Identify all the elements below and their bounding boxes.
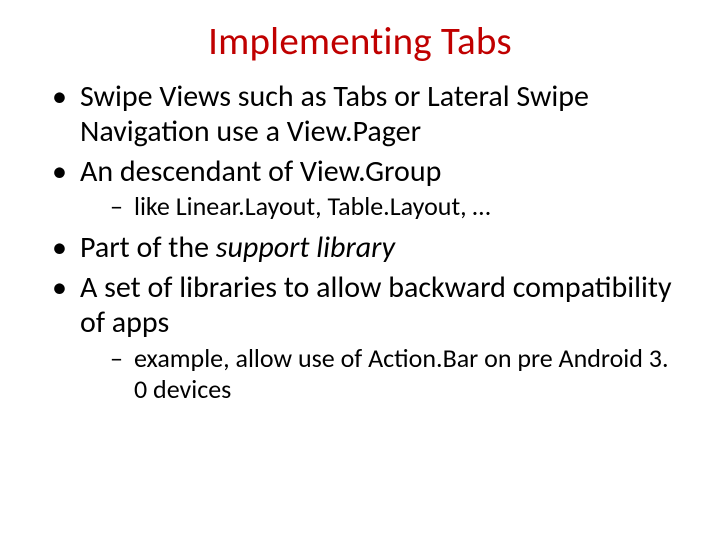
bullet-item: A set of libraries to allow backward com… [50,270,680,405]
bullet-item: Part of the support library [50,230,680,265]
bullet-text: A set of libraries to allow backward com… [80,269,672,341]
sub-bullet-item: like Linear.Layout, Table.Layout, … [110,191,680,222]
sub-bullet-text: like Linear.Layout, Table.Layout, … [134,190,490,222]
sub-bullet-text: example, allow use of Action.Bar on pre … [134,342,669,405]
sub-bullet-list: example, allow use of Action.Bar on pre … [80,343,680,405]
bullet-list: Swipe Views such as Tabs or Lateral Swip… [40,79,680,405]
slide-title: Implementing Tabs [40,18,680,65]
sub-bullet-item: example, allow use of Action.Bar on pre … [110,343,680,405]
bullet-text: An descendant of View.Group [80,153,441,190]
bullet-text-prefix: Part of the [80,229,216,266]
slide: Implementing Tabs Swipe Views such as Ta… [0,0,720,540]
bullet-text-emphasis: support library [216,229,395,266]
sub-bullet-list: like Linear.Layout, Table.Layout, … [80,191,680,222]
bullet-text: Swipe Views such as Tabs or Lateral Swip… [80,78,589,150]
bullet-item: An descendant of View.Group like Linear.… [50,154,680,223]
bullet-item: Swipe Views such as Tabs or Lateral Swip… [50,79,680,150]
